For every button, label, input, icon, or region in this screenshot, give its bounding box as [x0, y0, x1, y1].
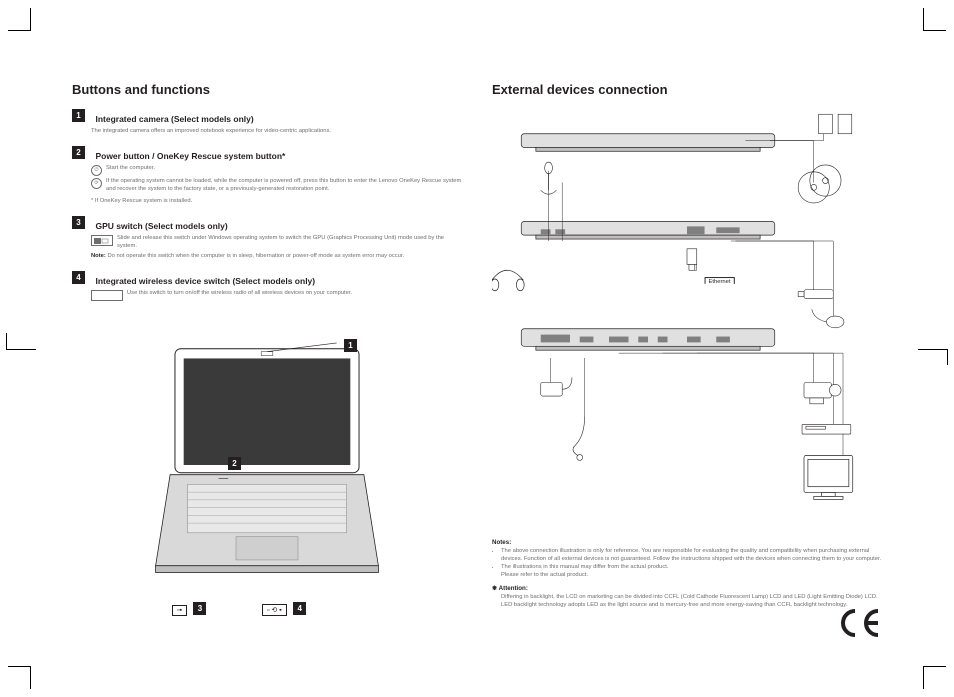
item-2-title: Power button / OneKey Rescue system butt… [95, 151, 285, 161]
item-3-note-label: Note: [91, 253, 106, 259]
disc-icon [798, 165, 841, 203]
crop-mark-br [923, 666, 946, 689]
rescue-icon: ⟳ [91, 178, 102, 189]
item-2-foot: * If OneKey Rescue system is installed. [91, 198, 462, 206]
callout-4: 4 [293, 602, 306, 615]
sd-card-icon [819, 114, 852, 134]
left-heading: Buttons and functions [72, 82, 462, 97]
item-2-sub2: If the operating system cannot be loaded… [106, 178, 462, 194]
dvd-player-icon [802, 424, 851, 434]
item-3: 3 GPU switch (Select models only) Slide … [72, 216, 462, 260]
crop-mark-tl [8, 8, 31, 31]
ce-mark-icon [838, 608, 882, 645]
item-3-note: Do not operate this switch when the comp… [107, 253, 404, 259]
connection-diagram: Ethernet [492, 109, 882, 529]
item-1-title: Integrated camera (Select models only) [95, 114, 253, 124]
power-adapter-icon [541, 378, 572, 397]
microphone-icon [541, 162, 557, 194]
item-2-sub1: Start the computer. [106, 165, 155, 176]
camcorder-icon [804, 382, 841, 403]
gpu-switch-icon [91, 235, 113, 246]
num-1: 1 [72, 109, 85, 122]
crop-mark-mr [918, 349, 948, 350]
crop-mark-tr [923, 8, 946, 31]
item-2: 2 Power button / OneKey Rescue system bu… [72, 146, 462, 206]
monitor-icon [804, 456, 853, 500]
note-1: The above connection illustration is onl… [501, 548, 882, 563]
num-4: 4 [72, 271, 85, 284]
mouse-icon [812, 309, 844, 328]
num-3: 3 [72, 216, 85, 229]
ethernet-connector-icon [687, 249, 697, 270]
attention-body: Differing in backlight, the LCD on marke… [492, 594, 882, 609]
right-column: External devices connection [492, 82, 882, 635]
callout-2: 2 [228, 457, 241, 470]
laptop-svg [112, 341, 422, 593]
usb-stick-icon [798, 290, 833, 299]
item-1-desc: The integrated camera offers an improved… [91, 128, 462, 136]
wireless-switch-icon [91, 290, 123, 301]
crop-mark-ml [6, 349, 36, 350]
attention-heading: ❋ Attention: [492, 585, 882, 592]
item-3-desc: Slide and release this switch under Wind… [117, 235, 462, 251]
crop-mark-mr2 [947, 349, 948, 365]
item-4-desc: Use this switch to turn on/off the wirel… [127, 290, 352, 301]
headphones-icon [492, 270, 524, 290]
switch-4-icon: ▫ ⟲ ▪ [262, 604, 287, 616]
crop-mark-ml2 [6, 333, 7, 349]
callout-1: 1 [344, 339, 357, 352]
laptop-illustration: 1 2 ▫▪ 3 ▫ ⟲ ▪ 4 [72, 341, 462, 598]
left-column: Buttons and functions 1 Integrated camer… [72, 82, 462, 635]
item-3-title: GPU switch (Select models only) [95, 221, 227, 231]
item-4-title: Integrated wireless device switch (Selec… [95, 276, 315, 286]
power-icon: ⏻ [91, 165, 102, 176]
switch-3-icon: ▫▪ [172, 605, 187, 616]
right-heading: External devices connection [492, 82, 882, 97]
ethernet-label: Ethernet [705, 277, 735, 284]
item-1: 1 Integrated camera (Select models only)… [72, 109, 462, 136]
num-2: 2 [72, 146, 85, 159]
crop-mark-bl [8, 666, 31, 689]
note-2: The illustrations in this manual may dif… [501, 564, 882, 579]
notes-block: Notes: The above connection illustration… [492, 539, 882, 609]
item-4: 4 Integrated wireless device switch (Sel… [72, 271, 462, 301]
earphone-icon [573, 417, 585, 461]
notes-heading: Notes: [492, 539, 882, 546]
callout-3: 3 [193, 602, 206, 615]
